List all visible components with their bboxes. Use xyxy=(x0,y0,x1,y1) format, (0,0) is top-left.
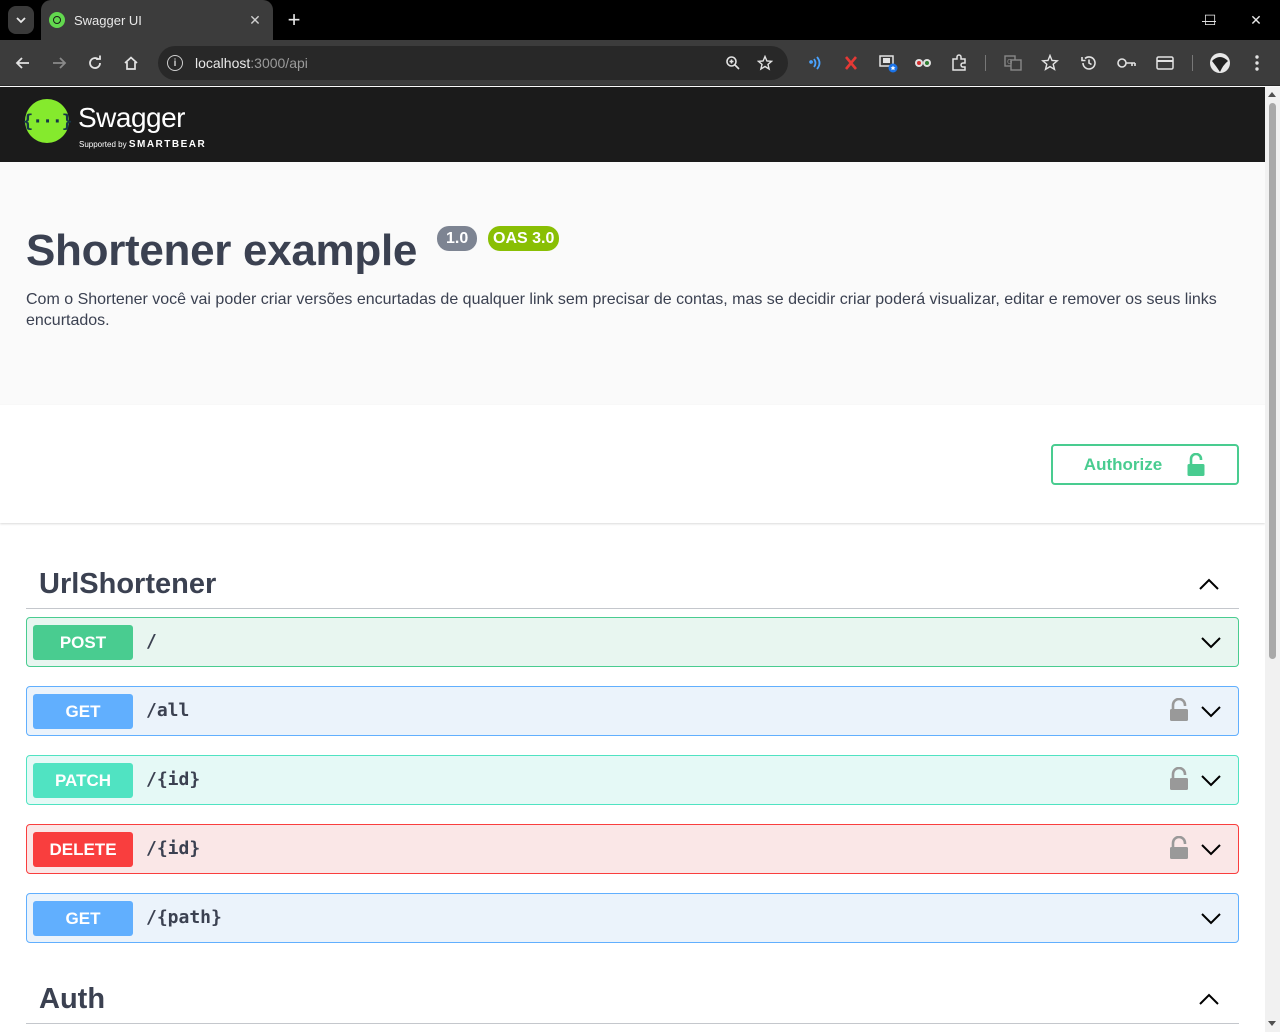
swagger-topbar: {···} Swagger Supported by SMARTBEAR xyxy=(0,87,1265,162)
forward-button[interactable] xyxy=(44,48,74,78)
close-window-button[interactable]: ✕ xyxy=(1233,0,1279,40)
operation-patch-id[interactable]: PATCH /{id} xyxy=(26,755,1239,805)
method-badge: GET xyxy=(33,901,133,936)
operation-get-path[interactable]: GET /{path} xyxy=(26,893,1239,943)
home-button[interactable] xyxy=(116,48,146,78)
tab-search-button[interactable] xyxy=(8,6,34,34)
authorize-label: Authorize xyxy=(1083,454,1163,474)
tag-section-urlshortener[interactable]: UrlShortener xyxy=(26,565,1239,609)
tagline-prefix: Supported by xyxy=(79,140,127,149)
tagline-brand: SMARTBEAR xyxy=(128,139,207,150)
extensions-puzzle-icon[interactable] xyxy=(948,53,970,73)
method-badge: DELETE xyxy=(33,832,133,867)
api-description: Com o Shortener você vai poder criar ver… xyxy=(26,291,1217,329)
back-button[interactable] xyxy=(8,48,38,78)
api-info: Shortener example 1.0 OAS 3.0 Com o Shor… xyxy=(0,162,1265,405)
home-icon xyxy=(124,56,138,70)
page-title: Shortener example xyxy=(26,226,418,275)
scroll-up-arrow-icon[interactable] xyxy=(1268,92,1276,97)
chevron-down-icon[interactable] xyxy=(1199,768,1223,792)
url-host: localhost xyxy=(195,55,251,71)
reload-icon xyxy=(89,55,101,69)
chevron-down-icon[interactable] xyxy=(1199,837,1223,861)
page-scrollbar[interactable] xyxy=(1265,87,1280,1032)
url-path: :3000/api xyxy=(250,55,308,71)
swagger-brand[interactable]: Swagger xyxy=(78,102,186,134)
tag-name: UrlShortener xyxy=(39,568,217,600)
oas-badge: OAS 3.0 xyxy=(488,226,560,251)
tag-section-auth[interactable]: Auth xyxy=(26,980,1239,1024)
swagger-favicon-icon xyxy=(49,12,65,28)
scroll-down-arrow-icon[interactable] xyxy=(1268,1021,1276,1026)
method-badge: GET xyxy=(33,694,133,729)
password-key-icon[interactable] xyxy=(1116,53,1138,73)
chevron-down-icon[interactable] xyxy=(1199,630,1223,654)
chevron-up-icon[interactable] xyxy=(1197,573,1221,597)
translate-icon[interactable]: G xyxy=(1002,53,1024,73)
site-info-icon[interactable]: i xyxy=(167,55,183,71)
tab-strip: Swagger UI ✕ + — ☐ ✕ xyxy=(0,0,1280,40)
minimize-icon-area xyxy=(1140,0,1186,40)
bookmark-star-icon[interactable] xyxy=(755,53,775,73)
chevron-down-icon xyxy=(16,17,26,24)
browser-toolbar: i localhost:3000/api G xyxy=(0,40,1280,86)
payment-card-icon[interactable] xyxy=(1154,53,1176,73)
tag-name: Auth xyxy=(39,983,106,1015)
chevron-down-icon[interactable] xyxy=(1199,699,1223,723)
operation-path: /{path} xyxy=(146,907,222,928)
swagger-tagline: Supported by SMARTBEAR xyxy=(79,139,206,150)
reading-list-star-icon[interactable] xyxy=(1039,53,1061,73)
profile-avatar[interactable] xyxy=(1209,53,1231,73)
extension-wifi-icon[interactable] xyxy=(804,53,826,73)
method-badge: POST xyxy=(33,625,133,660)
new-tab-button[interactable]: + xyxy=(282,7,306,33)
chevron-down-icon[interactable] xyxy=(1199,906,1223,930)
unlocked-icon xyxy=(1187,452,1205,476)
svg-text:G: G xyxy=(1007,58,1012,66)
lock-icon[interactable] xyxy=(1169,698,1189,722)
lock-icon[interactable] xyxy=(1169,836,1189,860)
extension-window-icon[interactable] xyxy=(877,53,899,73)
chevron-up-icon[interactable] xyxy=(1197,988,1221,1012)
lock-icon[interactable] xyxy=(1169,767,1189,791)
extension-owl-icon[interactable] xyxy=(912,53,934,73)
method-badge: PATCH xyxy=(33,763,133,798)
page-viewport: {···} Swagger Supported by SMARTBEAR Sho… xyxy=(0,87,1265,1032)
browser-tab[interactable]: Swagger UI ✕ xyxy=(41,0,273,40)
tab-close-button[interactable]: ✕ xyxy=(245,12,265,29)
operation-get-all[interactable]: GET /all xyxy=(26,686,1239,736)
operation-path: / xyxy=(146,631,157,652)
arrow-left-icon xyxy=(15,57,29,69)
history-icon[interactable] xyxy=(1078,53,1100,73)
arrow-right-icon xyxy=(53,57,67,69)
scheme-container: Authorize xyxy=(0,405,1265,523)
operation-path: /{id} xyxy=(146,838,201,859)
operation-delete-id[interactable]: DELETE /{id} xyxy=(26,824,1239,874)
zoom-icon[interactable] xyxy=(723,53,743,73)
operation-path: /{id} xyxy=(146,769,201,790)
version-badge: 1.0 xyxy=(437,226,478,251)
address-bar[interactable]: i localhost:3000/api xyxy=(158,46,788,80)
extension-blocker-icon[interactable] xyxy=(840,53,862,73)
operation-path: /all xyxy=(146,700,190,721)
reload-button[interactable] xyxy=(80,48,110,78)
swagger-logo-icon[interactable]: {···} xyxy=(22,99,73,143)
scroll-thumb[interactable] xyxy=(1269,103,1276,659)
authorize-button[interactable]: Authorize xyxy=(1051,444,1239,485)
operation-post-root[interactable]: POST / xyxy=(26,617,1239,667)
tab-title: Swagger UI xyxy=(74,12,142,28)
browser-menu-icon[interactable] xyxy=(1246,53,1268,73)
maximize-button[interactable]: ☐ xyxy=(1187,0,1233,40)
